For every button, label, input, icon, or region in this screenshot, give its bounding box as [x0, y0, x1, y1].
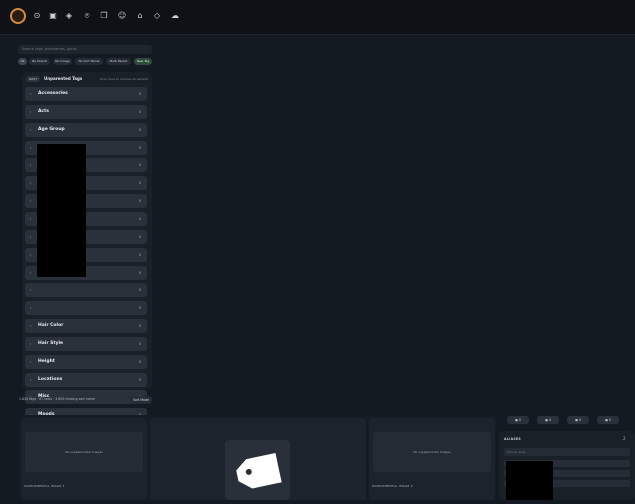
- tool-count-2: 0: [549, 418, 552, 422]
- chevron-right-icon[interactable]: ›: [30, 248, 31, 262]
- supplemental-image-1[interactable]: No supplemental images SUPPLEMENTAL IMAG…: [21, 418, 147, 500]
- tag-row-count: 8: [138, 270, 141, 275]
- supplemental-image-2[interactable]: No supplemental images SUPPLEMENTAL IMAG…: [369, 418, 495, 500]
- chevron-right-icon[interactable]: ›: [30, 87, 31, 101]
- tag-row[interactable]: › Hair Style 8: [25, 336, 147, 351]
- tag-row-count: 8: [138, 359, 141, 364]
- tag-row[interactable]: › 8: [25, 283, 147, 298]
- chevron-right-icon[interactable]: ›: [30, 176, 31, 190]
- root-badge[interactable]: ROOT: [26, 76, 40, 82]
- tag-row-count: 8: [138, 181, 141, 186]
- tag-row-label: Height: [38, 358, 55, 364]
- tag-row-label: Accessories: [38, 91, 68, 96]
- chevron-right-icon[interactable]: ›: [30, 105, 31, 119]
- tool-button-3[interactable]: ▣ 0: [567, 416, 589, 424]
- user-icon[interactable]: ☺: [117, 11, 127, 21]
- tool-button-2[interactable]: ▣ 0: [537, 416, 559, 424]
- tag-row-label: Age Group: [38, 126, 65, 132]
- supplemental-empty-1: No supplemental images: [25, 432, 143, 472]
- tool-count-4: 0: [609, 418, 612, 422]
- tool-button-4[interactable]: ▣ 0: [597, 416, 619, 424]
- tag-icon: [236, 452, 282, 489]
- tag-row[interactable]: › Acts 8: [25, 104, 147, 119]
- tag-row-count: 8: [138, 324, 141, 329]
- right-toolbar: ▣ 0 ▣ 0 ▣ 0 ▣ 0: [499, 416, 635, 426]
- tool-count-3: 0: [579, 418, 582, 422]
- chevron-right-icon[interactable]: ›: [30, 230, 31, 244]
- supplemental-label-2: SUPPLEMENTAL IMAGE 2: [372, 484, 413, 488]
- tag-row-label: Locations: [38, 376, 63, 382]
- chevron-right-icon[interactable]: ›: [30, 319, 31, 333]
- filter-no-parent[interactable]: No Parent: [29, 58, 50, 65]
- tree-header: ROOT Unparented Tags Drop here to remove…: [24, 75, 150, 84]
- tag-row[interactable]: › Accessories 8: [25, 87, 147, 101]
- chevron-right-icon[interactable]: ›: [30, 301, 31, 315]
- chevron-right-icon[interactable]: ›: [30, 141, 31, 155]
- tag-row-count: 8: [138, 92, 141, 96]
- tag-row-count: 8: [138, 288, 141, 293]
- tag-row-label: Hair Color: [38, 323, 64, 329]
- drop-hint: Drop here to remove all parents: [99, 77, 148, 81]
- tree-title: Unparented Tags: [44, 76, 83, 81]
- location-icon[interactable]: ⌾: [82, 11, 92, 21]
- tag-row[interactable]: › Hair Color 8: [25, 319, 147, 334]
- tag-row-count: 8: [138, 377, 141, 382]
- filter-all[interactable]: All: [18, 58, 27, 65]
- home-icon[interactable]: ⌂: [135, 11, 145, 21]
- tag-row-count: 8: [138, 306, 141, 311]
- tool-button-1[interactable]: ▣ 0: [507, 416, 529, 424]
- aliases-title: ALIASES: [504, 437, 522, 441]
- filter-multi-parent[interactable]: Multi Parent: [106, 58, 131, 65]
- tag-row-count: 8: [138, 145, 141, 150]
- search-input[interactable]: Search tags, alternames, paths: [18, 45, 152, 54]
- tag-stats: 1,826 tags · 87 roots · 3,829 missing so…: [19, 397, 95, 401]
- alias-input[interactable]: Add an alias: [504, 448, 630, 456]
- redacted-block: [37, 144, 86, 277]
- tag-row[interactable]: › Height 8: [25, 354, 147, 369]
- tag-row[interactable]: › Locations 8: [25, 372, 147, 387]
- clock-icon[interactable]: ⊙: [32, 11, 42, 21]
- tool-count-1: 0: [519, 418, 522, 422]
- chevron-right-icon[interactable]: ›: [30, 355, 31, 369]
- chevron-right-icon[interactable]: ›: [30, 373, 31, 387]
- tag-row-count: 8: [138, 252, 141, 257]
- chevron-right-icon[interactable]: ›: [30, 283, 31, 297]
- chevron-right-icon[interactable]: ›: [30, 158, 31, 172]
- tag-icon[interactable]: ◇: [152, 11, 162, 21]
- tag-row-label: Acts: [38, 108, 49, 114]
- tag-row-count: 8: [138, 127, 141, 132]
- image-icon[interactable]: ▣: [48, 11, 58, 21]
- tag-row-count: 8: [138, 163, 141, 168]
- tag-row-count: 8: [138, 234, 141, 239]
- filter-no-image[interactable]: No Image: [53, 58, 72, 65]
- supplemental-label-1: SUPPLEMENTAL IMAGE 1: [24, 484, 65, 488]
- chevron-right-icon[interactable]: ›: [30, 212, 31, 226]
- tag-row[interactable]: › Age Group 8: [25, 122, 147, 137]
- tag-image-placeholder[interactable]: [225, 440, 290, 500]
- chevron-right-icon[interactable]: ›: [30, 194, 31, 208]
- aliases-count: 2: [623, 436, 626, 441]
- supplemental-empty-2: No supplemental images: [373, 432, 491, 472]
- filter-no-sort-name[interactable]: No Sort Name: [75, 58, 103, 65]
- cloud-icon[interactable]: ☁: [170, 11, 180, 21]
- tag-row-count: 8: [138, 341, 141, 346]
- sort-mode-button[interactable]: Sort Mode: [130, 396, 152, 404]
- tag-row[interactable]: › 8: [25, 301, 147, 316]
- new-tag-button[interactable]: New Tag: [134, 58, 152, 65]
- tag-row-count: 8: [138, 199, 141, 204]
- chevron-right-icon[interactable]: ›: [30, 337, 31, 351]
- app-logo[interactable]: [10, 8, 26, 24]
- top-toolbar: ⊙ ▣ ◈ ⌾ ❐ ☺ ⌂ ◇ ☁: [0, 0, 635, 35]
- copy-icon[interactable]: ❐: [99, 11, 109, 21]
- chevron-right-icon[interactable]: ›: [30, 266, 31, 280]
- tag-row-label: Hair Style: [38, 340, 64, 346]
- tag-row-count: 8: [138, 109, 141, 114]
- redacted-block: [506, 461, 553, 500]
- tag-row-count: 8: [138, 216, 141, 221]
- chevron-right-icon[interactable]: ›: [30, 123, 31, 137]
- pin-icon[interactable]: ◈: [64, 11, 74, 21]
